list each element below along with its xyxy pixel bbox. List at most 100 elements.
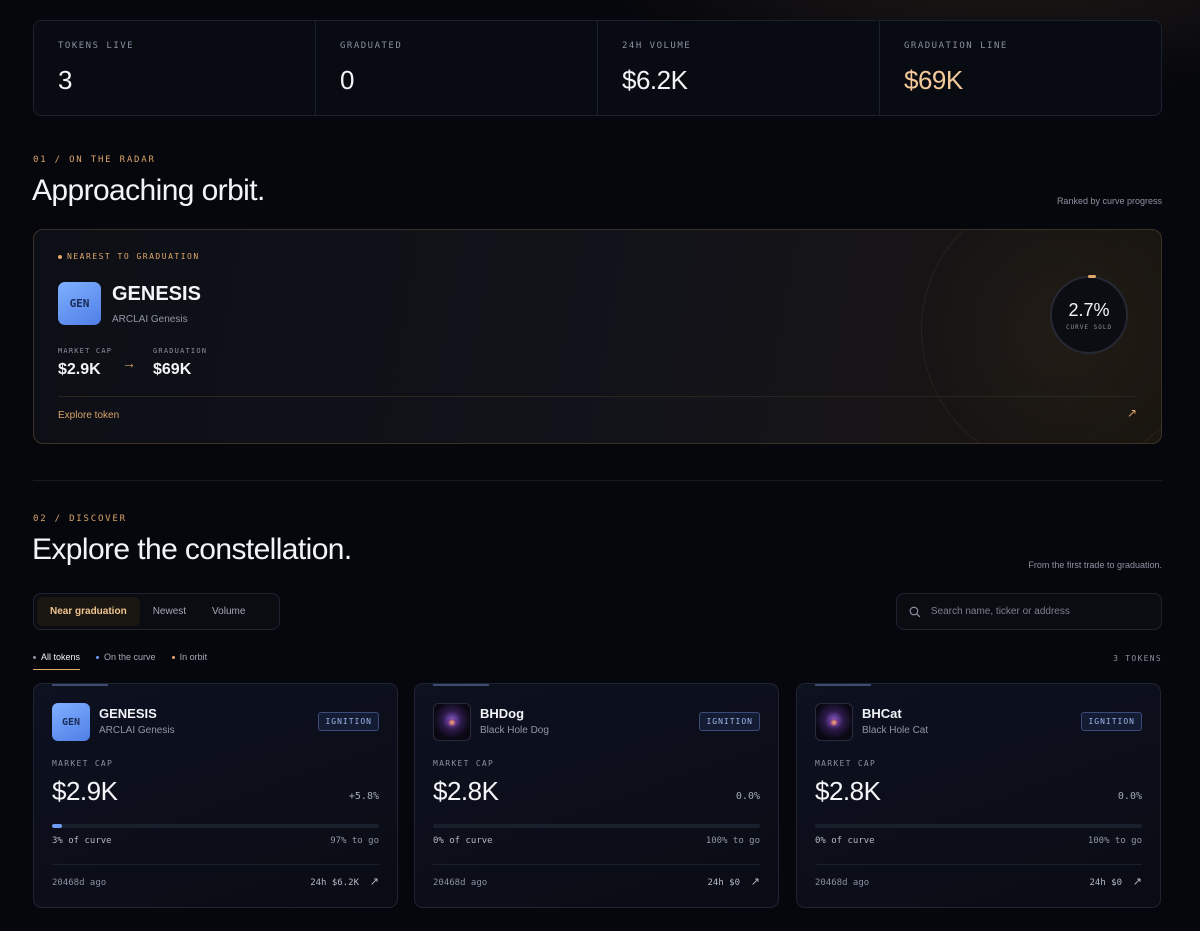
market-cap-label: MARKET CAP [58, 347, 113, 355]
token-volume: 24h $0 [1089, 878, 1122, 888]
price-change: +5.8% [348, 791, 379, 802]
token-subtitle: Black Hole Cat [862, 725, 929, 736]
section-title-discover: Explore the constellation. [32, 533, 352, 566]
external-link-icon[interactable]: ↗ [1133, 875, 1142, 888]
filter-label: On the curve [104, 652, 156, 662]
search-icon [909, 606, 921, 617]
stats-bar: TOKENS LIVE 3 GRADUATED 0 24H VOLUME $6.… [33, 20, 1162, 116]
curve-percent: 0% of curve [433, 836, 493, 846]
graduation-label: GRADUATION [153, 347, 208, 355]
token-card[interactable]: BHDog Black Hole Dog IGNITION MARKET CAP… [414, 683, 779, 908]
status-badge: IGNITION [699, 712, 760, 731]
stat-tokens-live: TOKENS LIVE 3 [34, 21, 316, 115]
market-cap-value: $2.9K [58, 361, 101, 378]
status-badge: IGNITION [318, 712, 379, 731]
token-volume: 24h $6.2K [310, 878, 359, 888]
curve-progress-bar [433, 824, 760, 828]
search-box[interactable] [896, 593, 1162, 630]
token-card[interactable]: GEN GENESIS ARCLAI Genesis IGNITION MARK… [33, 683, 398, 908]
market-cap-value: $2.9K [52, 776, 118, 806]
card-accent-line [433, 684, 489, 686]
tab-near-graduation[interactable]: Near graduation [37, 597, 140, 626]
token-age: 20468d ago [815, 878, 870, 888]
divider [58, 396, 1137, 397]
filter-on-the-curve[interactable]: On the curve [96, 652, 156, 670]
divider [815, 864, 1142, 865]
token-name: GENESIS [99, 706, 157, 721]
token-avatar: GEN [58, 282, 101, 325]
stat-label: GRADUATION LINE [904, 41, 1008, 51]
black-hole-icon [446, 718, 458, 726]
curve-progress-bar [815, 824, 1142, 828]
featured-token-name: GENESIS [112, 283, 201, 305]
arrow-right-icon: → [122, 355, 136, 371]
external-link-icon[interactable]: ↗ [1127, 406, 1137, 420]
featured-token-subtitle: ARCLAI Genesis [112, 314, 188, 325]
token-card[interactable]: BHCat Black Hole Cat IGNITION MARKET CAP… [796, 683, 1161, 908]
tab-newest[interactable]: Newest [140, 597, 199, 626]
token-avatar-image [433, 703, 471, 741]
curve-sold-gauge: 2.7% CURVE SOLD [1050, 275, 1128, 354]
status-badge: IGNITION [1081, 712, 1142, 731]
gauge-progress-tick [1088, 275, 1096, 278]
section-kicker-discover: 02 / DISCOVER [33, 514, 127, 524]
curve-percent: 3% of curve [52, 836, 112, 846]
filter-label: All tokens [41, 652, 81, 662]
section-divider [33, 480, 1162, 481]
black-hole-icon [828, 718, 840, 726]
stat-24h-volume: 24H VOLUME $6.2K [598, 21, 880, 115]
stat-graduated: GRADUATED 0 [316, 21, 598, 115]
token-name: BHCat [862, 706, 902, 721]
filter-chips: All tokens On the curve In orbit [33, 652, 207, 670]
market-cap-value: $2.8K [433, 776, 499, 806]
search-input[interactable] [930, 606, 1149, 617]
card-accent-line [52, 684, 108, 686]
curve-remaining: 100% to go [705, 836, 760, 846]
section-kicker-radar: 01 / ON THE RADAR [33, 155, 156, 165]
section-note-discover: From the first trade to graduation. [1028, 560, 1162, 570]
curve-percent: 0% of curve [815, 836, 875, 846]
token-volume: 24h $0 [707, 878, 740, 888]
gauge-label: CURVE SOLD [1065, 323, 1113, 331]
dot-icon [171, 656, 175, 660]
token-avatar-image [815, 703, 853, 741]
token-avatar: GEN [52, 703, 90, 741]
filter-in-orbit[interactable]: In orbit [171, 652, 208, 670]
external-link-icon[interactable]: ↗ [370, 875, 379, 888]
featured-kicker-text: NEAREST TO GRADUATION [67, 252, 200, 261]
featured-kicker: NEAREST TO GRADUATION [58, 252, 200, 261]
stat-value: 0 [340, 65, 354, 95]
market-cap-label: MARKET CAP [433, 759, 495, 768]
graduation-value: $69K [153, 361, 192, 378]
token-subtitle: Black Hole Dog [480, 725, 549, 736]
price-change: 0.0% [735, 791, 760, 802]
market-cap-label: MARKET CAP [815, 759, 877, 768]
filter-all-tokens[interactable]: All tokens [33, 652, 81, 670]
market-cap-label: MARKET CAP [52, 759, 114, 768]
dot-icon [58, 254, 62, 259]
curve-remaining: 100% to go [1087, 836, 1142, 846]
external-link-icon[interactable]: ↗ [751, 875, 760, 888]
stat-label: TOKENS LIVE [58, 41, 135, 51]
section-note-radar: Ranked by curve progress [1056, 196, 1162, 206]
tab-volume[interactable]: Volume [199, 597, 258, 626]
dot-icon [96, 656, 100, 660]
stat-label: 24H VOLUME [622, 41, 692, 51]
stat-value: $69K [904, 65, 963, 95]
market-cap-value: $2.8K [815, 776, 881, 806]
decorative-orbit-ring [921, 230, 1161, 443]
price-change: 0.0% [1117, 791, 1142, 802]
section-title-radar: Approaching orbit. [32, 174, 265, 207]
token-count: 3 TOKENS [1113, 654, 1162, 663]
featured-token-card[interactable]: NEAREST TO GRADUATION GEN GENESIS ARCLAI… [33, 229, 1162, 444]
token-name: BHDog [480, 706, 525, 721]
divider [433, 864, 760, 865]
curve-progress-fill [52, 824, 62, 828]
stat-label: GRADUATED [340, 41, 403, 51]
explore-token-link[interactable]: Explore token [58, 410, 119, 421]
gauge-value: 2.7% [1068, 299, 1110, 320]
filter-label: In orbit [179, 652, 208, 662]
divider [52, 864, 379, 865]
curve-remaining: 97% to go [330, 836, 379, 846]
sort-tabs: Near graduation Newest Volume [33, 593, 280, 630]
